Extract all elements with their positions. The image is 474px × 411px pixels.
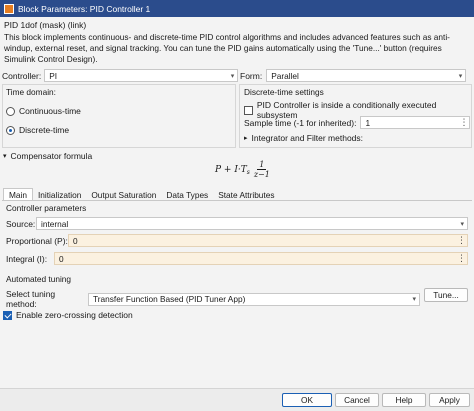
sample-time-value: 1 [365, 117, 371, 128]
block-description: This block implements continuous- and di… [4, 32, 450, 64]
integral-value: 0 [59, 253, 64, 264]
radio-selected-icon [6, 125, 15, 135]
apply-button[interactable]: Apply [429, 393, 470, 407]
form-select[interactable]: Parallel ▾ [266, 69, 467, 82]
radio-discrete-time[interactable]: Discrete-time [6, 125, 69, 135]
sample-time-input[interactable]: 1 ⋮ [360, 116, 471, 129]
cancel-button[interactable]: Cancel [335, 393, 379, 407]
tuning-method-select[interactable]: Transfer Function Based (PID Tuner App) … [88, 292, 420, 306]
radio-icon [6, 106, 15, 116]
integrator-methods-expander[interactable]: ▸ Integrator and Filter methods: [244, 133, 363, 143]
formula-lead: P + I·T [215, 164, 247, 175]
radio-label: Discrete-time [19, 125, 70, 135]
proportional-value: 0 [73, 235, 78, 246]
source-row: Source: internal ▾ [6, 217, 468, 230]
checkbox-checked-icon [3, 310, 12, 320]
source-select[interactable]: internal ▾ [36, 217, 468, 230]
more-options-icon[interactable]: ⋮ [459, 117, 468, 128]
simulink-block-icon [4, 3, 14, 14]
automated-tuning-title: Automated tuning [6, 274, 72, 284]
time-domain-title: Time domain: [6, 87, 56, 97]
chevron-down-icon: ▾ [460, 220, 464, 228]
source-value: internal [41, 218, 69, 229]
zero-crossing-checkbox[interactable]: Enable zero-crossing detection [3, 310, 133, 320]
help-button[interactable]: Help [382, 393, 426, 407]
compensator-formula-expander[interactable]: ▾ Compensator formula [3, 151, 92, 161]
tuning-method-label: Select tuning method: [6, 289, 56, 309]
tuning-method-value: Transfer Function Based (PID Tuner App) [93, 294, 246, 304]
radio-label: Continuous-time [19, 106, 81, 116]
controller-value: PI [49, 70, 58, 81]
source-label: Source: [6, 218, 36, 229]
tuning-method-row: Select tuning method: Transfer Function … [6, 289, 420, 309]
sample-time-row: Sample time (-1 for inherited): 1 ⋮ [244, 116, 471, 129]
checkbox-icon [244, 105, 253, 115]
ok-button[interactable]: OK [282, 393, 332, 407]
sample-time-label: Sample time (-1 for inherited): [244, 117, 357, 128]
window-title: Block Parameters: PID Controller 1 [18, 3, 151, 14]
formula-subscript: s [246, 169, 250, 176]
proportional-label: Proportional (P): [6, 235, 68, 246]
more-options-icon[interactable]: ⋮ [457, 235, 466, 246]
form-row: Form: Parallel ▾ [240, 69, 467, 82]
formula-numerator: 1 [257, 160, 267, 170]
tune-button[interactable]: Tune... [424, 288, 468, 302]
controller-row: Controller: PI ▾ [2, 69, 239, 82]
formula-fraction: 1 z−1 [252, 160, 272, 179]
window-titlebar: Block Parameters: PID Controller 1 [0, 0, 474, 17]
radio-continuous-time[interactable]: Continuous-time [6, 106, 81, 116]
integral-input[interactable]: 0 ⋮ [54, 252, 468, 265]
proportional-input[interactable]: 0 ⋮ [68, 234, 468, 247]
integral-row: Integral (I): 0 ⋮ [6, 252, 468, 265]
controller-select[interactable]: PI ▾ [44, 69, 239, 82]
chevron-down-icon: ▾ [3, 153, 7, 160]
integrator-methods-label: Integrator and Filter methods: [251, 133, 364, 143]
chevron-right-icon: ▸ [244, 135, 248, 142]
chevron-down-icon: ▾ [412, 296, 416, 303]
form-label: Form: [240, 70, 263, 81]
compensator-formula: P + I·T s 1 z−1 [215, 160, 272, 179]
chevron-down-icon: ▾ [230, 72, 235, 80]
proportional-row: Proportional (P): 0 ⋮ [6, 234, 468, 247]
compensator-formula-label: Compensator formula [10, 151, 93, 161]
chevron-down-icon: ▾ [458, 72, 463, 80]
more-options-icon[interactable]: ⋮ [457, 253, 466, 264]
block-mask-name: PID 1dof (mask) (link) [4, 20, 87, 30]
discrete-settings-title: Discrete-time settings [244, 87, 324, 97]
controller-label: Controller: [2, 70, 42, 81]
zero-crossing-label: Enable zero-crossing detection [16, 310, 133, 320]
form-value: Parallel [271, 70, 299, 81]
integral-label: Integral (I): [6, 253, 48, 264]
formula-denominator: z−1 [253, 170, 270, 179]
controller-parameters-title: Controller parameters [6, 203, 87, 213]
